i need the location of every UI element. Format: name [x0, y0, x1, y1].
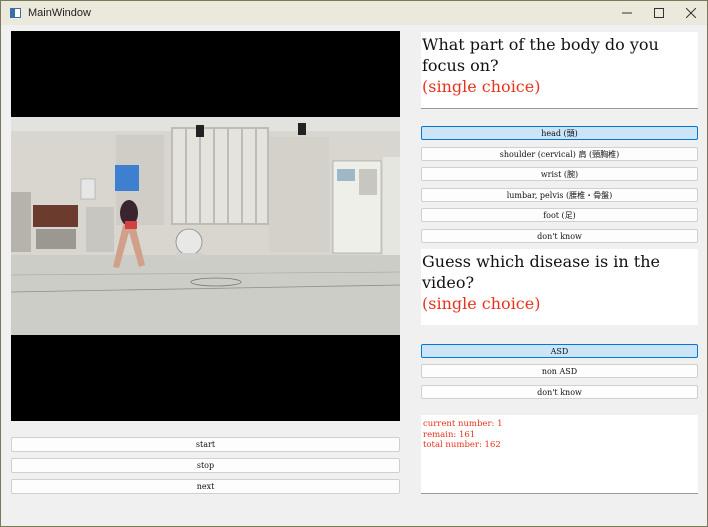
status-panel: current number: 1 remain: 161 total numb… [421, 415, 698, 494]
title-bar: MainWindow [1, 1, 707, 25]
question-1-hint: (single choice) [422, 77, 541, 96]
minimize-icon [622, 12, 632, 14]
question-2: Guess which disease is in the video? (si… [421, 249, 698, 325]
question-1: What part of the body do you focus on? (… [421, 32, 698, 108]
app-icon [10, 8, 21, 18]
question-2-text: Guess which disease is in the video? [422, 252, 660, 292]
remain-count: remain: 161 [423, 429, 476, 440]
option-non-asd[interactable]: non ASD [421, 364, 698, 378]
divider [421, 493, 698, 494]
start-button[interactable]: start [11, 437, 400, 452]
option-asd[interactable]: ASD [421, 344, 698, 358]
option-dont-know-disease[interactable]: don't know [421, 385, 698, 399]
video-frame [11, 117, 400, 335]
next-button[interactable]: next [11, 479, 400, 494]
option-head[interactable]: head (頭) [421, 126, 698, 140]
maximize-button[interactable] [643, 1, 675, 25]
maximize-icon [654, 8, 664, 18]
option-dont-know-body[interactable]: don't know [421, 229, 698, 243]
video-frame-image [11, 117, 400, 335]
question-2-hint: (single choice) [422, 294, 541, 313]
main-window: MainWindow start stop next What part of … [0, 0, 708, 527]
current-number: current number: 1 [423, 419, 503, 429]
video-player[interactable] [11, 31, 400, 421]
window-title: MainWindow [28, 7, 91, 19]
close-icon [686, 8, 696, 18]
option-wrist[interactable]: wrist (腕) [421, 167, 698, 181]
question-1-text: What part of the body do you focus on? [422, 35, 659, 75]
divider [421, 108, 698, 109]
stop-button[interactable]: stop [11, 458, 400, 473]
option-lumbar-pelvis[interactable]: lumbar, pelvis (腰椎・骨盤) [421, 188, 698, 202]
minimize-button[interactable] [611, 1, 643, 25]
option-shoulder[interactable]: shoulder (cervical) 肩 (頸胸椎) [421, 147, 698, 161]
total-number: total number: 162 [423, 440, 501, 450]
close-button[interactable] [675, 1, 707, 25]
option-foot[interactable]: foot (足) [421, 208, 698, 222]
